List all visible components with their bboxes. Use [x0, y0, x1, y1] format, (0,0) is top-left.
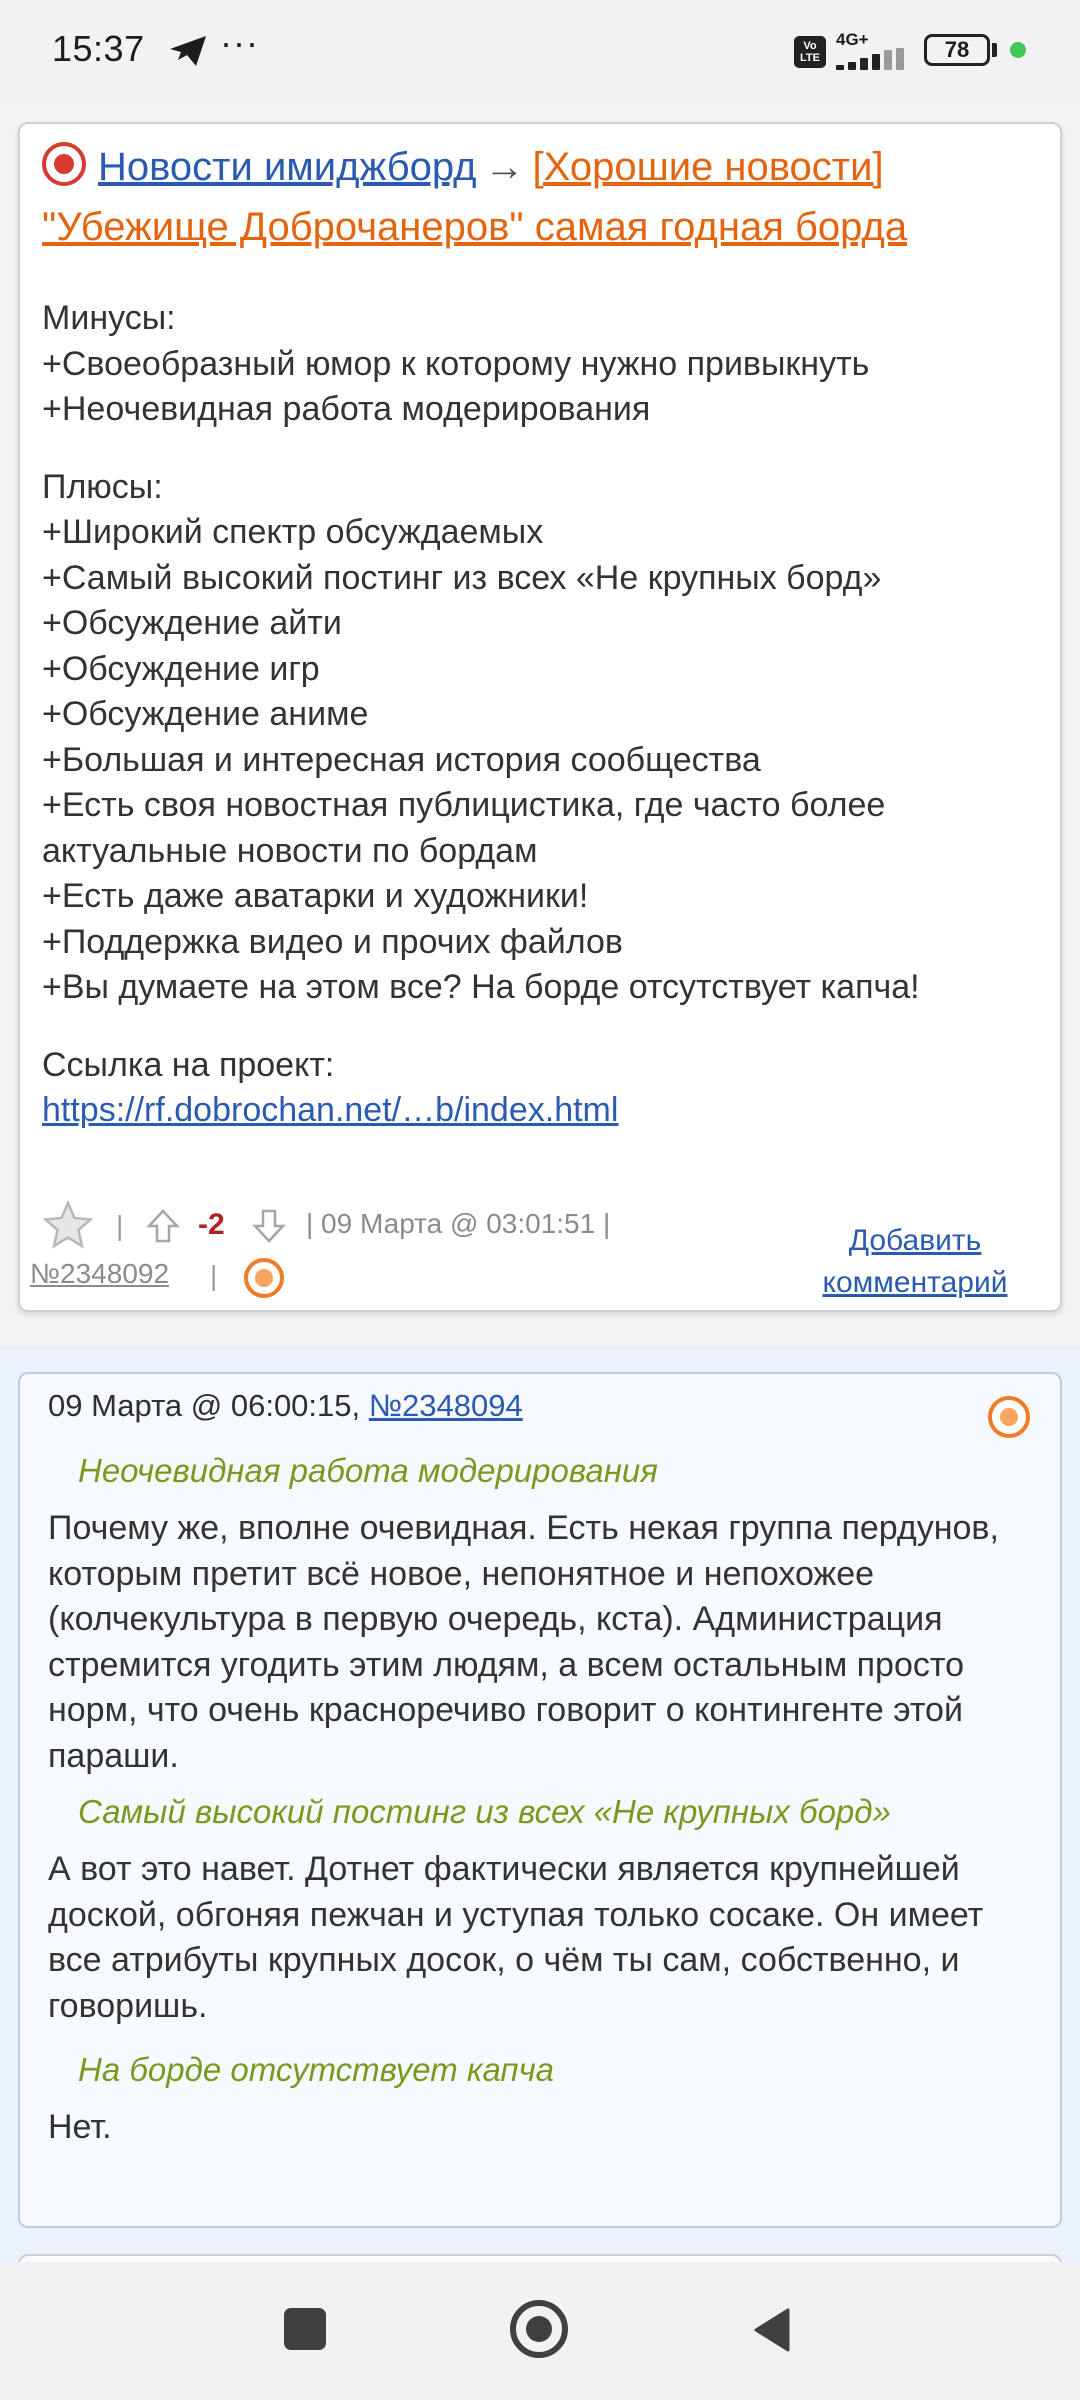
post-number-link[interactable]: №2348092 [30, 1258, 169, 1290]
volte-icon: Vo LTE [794, 36, 826, 68]
comment-date: 09 Марта @ 06:00:15, [48, 1388, 369, 1423]
home-button[interactable] [510, 2300, 568, 2358]
footer-separator: | [116, 1210, 124, 1241]
network-type: 4G+ [836, 30, 869, 49]
recents-button[interactable] [284, 2308, 326, 2350]
battery-icon: 78 [924, 34, 990, 66]
navigation-bar [0, 2262, 1080, 2400]
post-body: Минусы: +Своеобразный юмор к которому ну… [42, 296, 1042, 1134]
comment-number-link[interactable]: №2348094 [369, 1388, 523, 1423]
quote: Неочевидная работа модерирования [78, 1452, 658, 1489]
star-icon[interactable] [42, 1200, 94, 1250]
privacy-dot-icon [1010, 42, 1026, 58]
link-header: Ссылка на проект: [42, 1045, 335, 1084]
battery-tip [992, 43, 997, 57]
plus-item: +Обсуждение игр [42, 649, 320, 688]
tag-link[interactable]: [Хорошие новости] [533, 145, 884, 189]
plus-item: +Поддержка видео и прочих файлов [42, 922, 623, 961]
plus-item: +Есть даже аватарки и художники! [42, 877, 589, 915]
add-comment-link[interactable]: Добавить комментарий [800, 1220, 1030, 1304]
breadcrumb-arrow: → [484, 145, 525, 189]
minus-header: Минусы: [42, 299, 176, 337]
status-bar: 15:37 ··· Vo LTE 4G+ 78 [0, 0, 1080, 100]
dobrochan-seal-icon [42, 142, 86, 186]
back-button[interactable] [752, 2306, 792, 2354]
comment-meta: 09 Марта @ 06:00:15, №2348094 [48, 1384, 1038, 1428]
vote-down-icon[interactable] [252, 1208, 286, 1244]
status-more-dots: ··· [220, 22, 259, 63]
footer-separator: | [210, 1260, 218, 1291]
plus-item: +Самый высокий постинг из всех «Не крупн… [42, 558, 882, 597]
quote: На борде отсутствует капча [78, 2051, 555, 2088]
post-title-link[interactable]: "Убежище Доброчанеров" самая годная борд… [42, 205, 907, 249]
plus-item: +Широкий спектр обсуждаемых [42, 513, 544, 551]
plus-item: +Есть своя новостная публицистика, где ч… [42, 786, 886, 870]
plus-item: +Большая и интересная история сообщества [42, 740, 761, 779]
plus-item: +Обсуждение айти [42, 604, 342, 642]
minus-item: +Неочевидная работа модерирования [42, 390, 651, 428]
comment-text: А вот это навет. Дотнет фактически являе… [48, 1850, 984, 2025]
vote-up-icon[interactable] [146, 1208, 180, 1244]
dobrochan-seal-icon[interactable] [242, 1256, 286, 1300]
post-header: Новости имиджборд → [Хорошие новости] [42, 136, 1042, 198]
comment-text: Почему же, вполне очевидная. Есть некая … [48, 1509, 999, 1775]
post-date: | 09 Марта @ 03:01:51 | [306, 1208, 611, 1239]
quote: Самый высокий постинг из всех «Не крупны… [78, 1793, 891, 1830]
telegram-send-icon [170, 36, 206, 66]
plus-item: +Вы думаете на этом все? На борде отсутс… [42, 968, 920, 1006]
comment-text: Нет. [48, 2108, 112, 2146]
minus-item: +Своеобразный юмор к которому нужно прив… [42, 344, 870, 383]
project-link[interactable]: https://rf.dobrochan.net/…b/index.html [42, 1091, 618, 1129]
status-time: 15:37 [52, 28, 145, 69]
signal-icon [836, 48, 910, 70]
post-score: -2 [198, 1208, 225, 1241]
post-footer: | -2 | 09 Марта @ 03:01:51 | №2348092 | … [20, 1186, 1060, 1299]
plus-header: Плюсы: [42, 467, 163, 506]
comment-card: 09 Марта @ 06:00:15, №2348094 Неочевидна… [18, 1372, 1062, 2228]
board-link[interactable]: Новости имиджборд [98, 145, 477, 189]
post-card: Новости имиджборд → [Хорошие новости] "Убе… [18, 122, 1062, 1312]
plus-item: +Обсуждение аниме [42, 695, 369, 733]
